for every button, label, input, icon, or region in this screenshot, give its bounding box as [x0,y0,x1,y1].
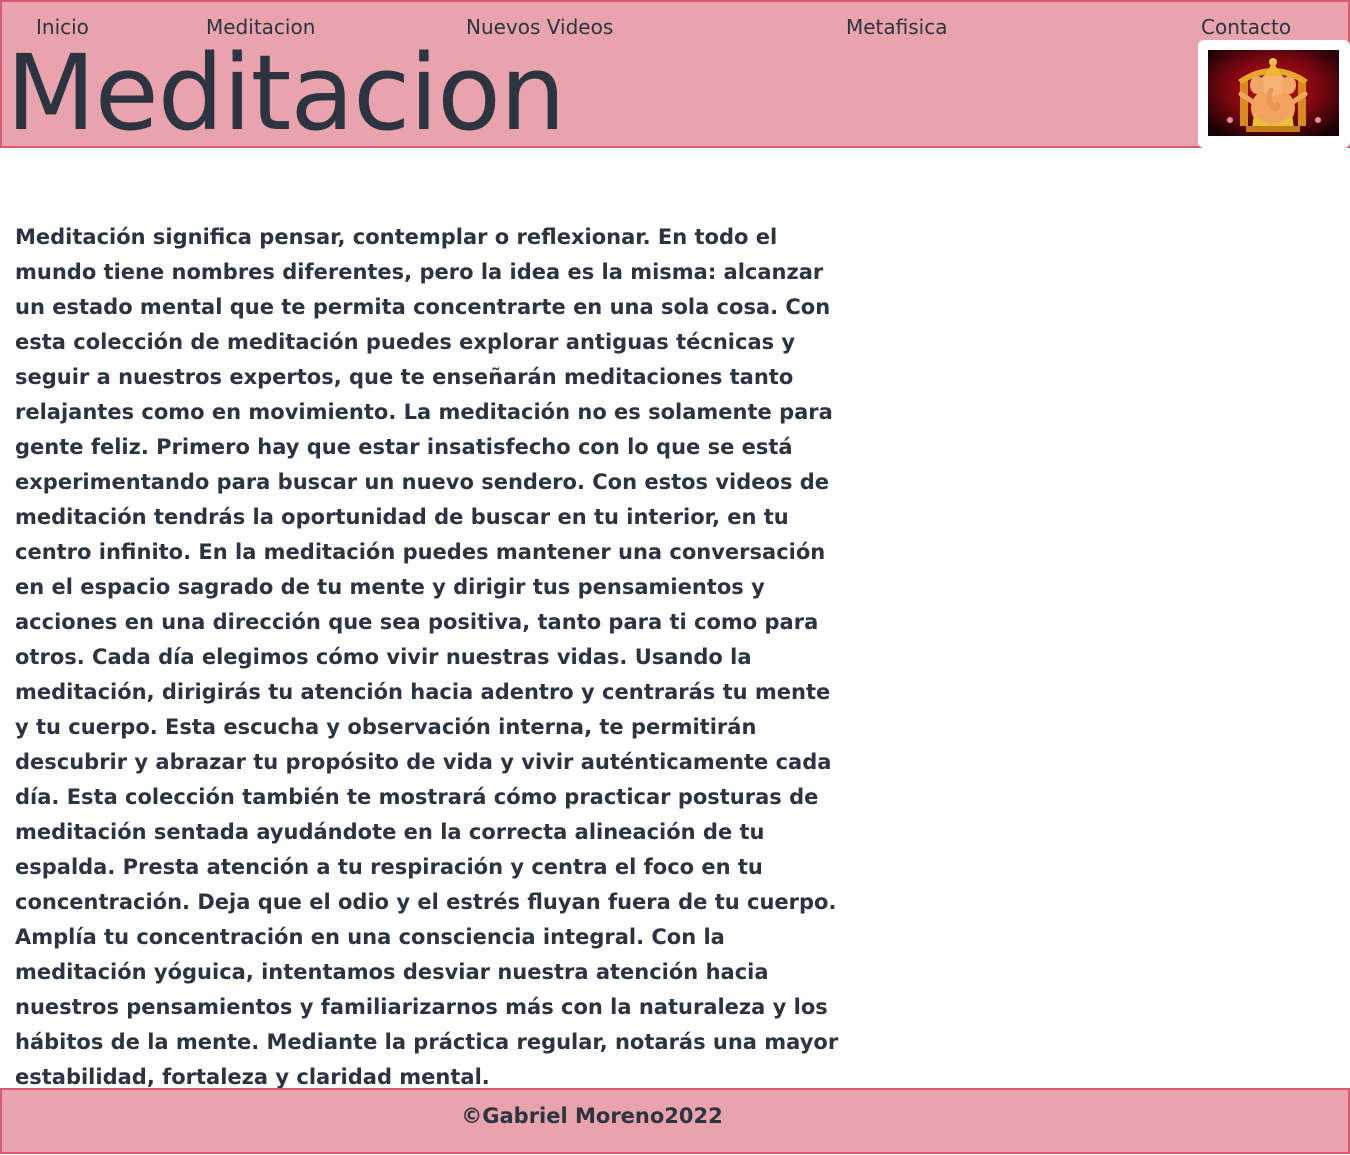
ganesha-image [1208,50,1339,136]
nav-link-metafisica[interactable]: Metafisica [846,14,947,40]
logo-frame [1198,40,1350,148]
page-title: Meditacion [6,32,566,148]
meditation-description: Meditación significa pensar, contemplar … [15,225,839,1089]
nav-link-contacto[interactable]: Contacto [1201,14,1291,40]
site-header: Inicio Meditacion Nuevos Videos Metafisi… [0,0,1350,148]
site-footer: ©Gabriel Moreno2022 [0,1088,1350,1154]
copyright-text: ©Gabriel Moreno2022 [461,1104,723,1128]
